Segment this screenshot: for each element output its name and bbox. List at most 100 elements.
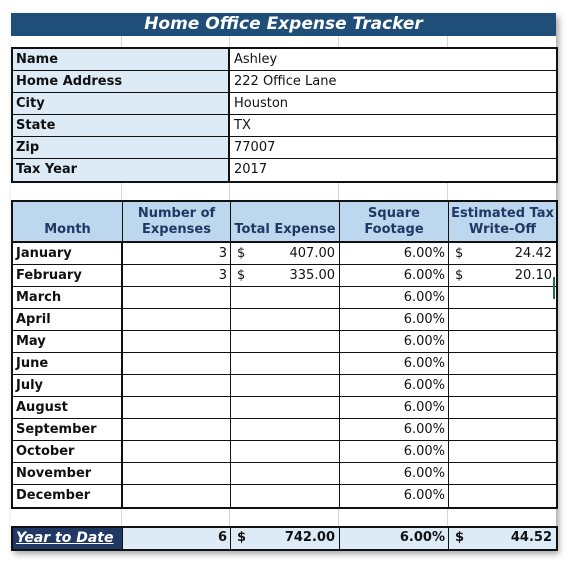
table-row: January 3 $407.00 6.00% $24.42 bbox=[13, 243, 556, 265]
total-expense-cell[interactable] bbox=[231, 397, 340, 418]
write-off-cell[interactable]: $20.10 bbox=[449, 265, 556, 286]
gridline bbox=[447, 36, 448, 47]
square-footage-cell[interactable]: 6.00% bbox=[340, 419, 449, 440]
total-expense-cell[interactable]: $407.00 bbox=[231, 243, 340, 264]
expense-count-cell[interactable] bbox=[123, 463, 231, 484]
info-value[interactable]: Houston bbox=[230, 93, 556, 114]
ytd-count-cell[interactable]: 6 bbox=[123, 528, 231, 549]
month-cell[interactable]: December bbox=[13, 485, 123, 507]
table-row: October 6.00% bbox=[13, 441, 556, 463]
write-off-cell[interactable] bbox=[449, 309, 556, 330]
square-footage-cell[interactable]: 6.00% bbox=[340, 353, 449, 374]
ytd-writeoff-value: 44.52 bbox=[510, 530, 552, 545]
month-cell[interactable]: October bbox=[13, 441, 123, 462]
month-cell[interactable]: November bbox=[13, 463, 123, 484]
header-square-footage[interactable]: Square Footage bbox=[340, 202, 449, 241]
month-cell[interactable]: July bbox=[13, 375, 123, 396]
info-row: State TX bbox=[13, 115, 556, 137]
square-footage-cell[interactable]: 6.00% bbox=[340, 375, 449, 396]
expense-count-cell[interactable] bbox=[123, 485, 231, 507]
header-number-of-expenses[interactable]: Number of Expenses bbox=[123, 202, 231, 241]
square-footage-cell[interactable]: 6.00% bbox=[340, 287, 449, 308]
month-cell[interactable]: May bbox=[13, 331, 123, 352]
write-off-cell[interactable] bbox=[449, 331, 556, 352]
write-off-cell[interactable] bbox=[449, 397, 556, 418]
header-total-expense[interactable]: Total Expense bbox=[231, 202, 340, 241]
header-estimated-tax-write-off[interactable]: Estimated Tax Write-Off bbox=[449, 202, 556, 241]
currency-symbol: $ bbox=[237, 246, 246, 261]
gridline bbox=[229, 183, 230, 200]
square-footage-cell[interactable]: 6.00% bbox=[340, 463, 449, 484]
month-cell[interactable]: August bbox=[13, 397, 123, 418]
ytd-sqft-cell[interactable]: 6.00% bbox=[340, 528, 449, 549]
square-footage-cell[interactable]: 6.00% bbox=[340, 309, 449, 330]
square-footage-cell[interactable]: 6.00% bbox=[340, 265, 449, 286]
ytd-total-value: 742.00 bbox=[284, 530, 335, 545]
write-off-cell[interactable] bbox=[449, 463, 556, 484]
total-expense-cell[interactable] bbox=[231, 309, 340, 330]
header-month[interactable]: Month bbox=[13, 202, 123, 241]
info-label: Home Address bbox=[13, 71, 230, 92]
write-off-cell[interactable]: $24.42 bbox=[449, 243, 556, 264]
gridline bbox=[338, 36, 339, 47]
ytd-total-cell[interactable]: $ 742.00 bbox=[231, 528, 340, 549]
month-cell[interactable]: March bbox=[13, 287, 123, 308]
total-expense-cell[interactable] bbox=[231, 331, 340, 352]
expense-count-cell[interactable] bbox=[123, 419, 231, 440]
info-value[interactable]: TX bbox=[230, 115, 556, 136]
expense-count-cell[interactable] bbox=[123, 375, 231, 396]
month-cell[interactable]: January bbox=[13, 243, 123, 264]
currency-symbol: $ bbox=[455, 530, 465, 545]
expense-count-cell[interactable] bbox=[123, 397, 231, 418]
table-row: March 6.00% bbox=[13, 287, 556, 309]
gridline bbox=[229, 36, 230, 47]
info-label: Zip bbox=[13, 137, 230, 158]
month-cell[interactable]: April bbox=[13, 309, 123, 330]
month-cell[interactable]: September bbox=[13, 419, 123, 440]
expense-count-cell[interactable] bbox=[123, 441, 231, 462]
square-footage-cell[interactable]: 6.00% bbox=[340, 397, 449, 418]
info-value[interactable]: 222 Office Lane bbox=[230, 71, 556, 92]
write-off-cell[interactable] bbox=[449, 353, 556, 374]
total-expense-cell[interactable] bbox=[231, 375, 340, 396]
ytd-label[interactable]: Year to Date bbox=[13, 528, 123, 549]
write-off-cell[interactable] bbox=[449, 485, 556, 507]
info-label: Name bbox=[13, 49, 230, 70]
write-off-value: 20.10 bbox=[514, 268, 552, 283]
expense-table: Month Number of Expenses Total Expense S… bbox=[11, 200, 558, 509]
table-row: November 6.00% bbox=[13, 463, 556, 485]
expense-count-cell[interactable] bbox=[123, 287, 231, 308]
ytd-writeoff-cell[interactable]: $ 44.52 bbox=[449, 528, 556, 549]
expense-count-cell[interactable] bbox=[123, 309, 231, 330]
expense-count-cell[interactable]: 3 bbox=[123, 265, 231, 286]
total-expense-cell[interactable] bbox=[231, 485, 340, 507]
spreadsheet: Home Office Expense Tracker Name Ashley Ho… bbox=[11, 13, 558, 551]
gridline bbox=[121, 183, 122, 200]
total-expense-cell[interactable] bbox=[231, 441, 340, 462]
selection-indicator bbox=[553, 277, 555, 299]
info-value[interactable]: 2017 bbox=[230, 159, 556, 181]
write-off-cell[interactable] bbox=[449, 375, 556, 396]
total-expense-cell[interactable] bbox=[231, 419, 340, 440]
table-header: Month Number of Expenses Total Expense S… bbox=[13, 202, 556, 243]
square-footage-cell[interactable]: 6.00% bbox=[340, 441, 449, 462]
currency-symbol: $ bbox=[455, 268, 464, 283]
month-cell[interactable]: June bbox=[13, 353, 123, 374]
write-off-cell[interactable] bbox=[449, 419, 556, 440]
square-footage-cell[interactable]: 6.00% bbox=[340, 331, 449, 352]
total-expense-cell[interactable] bbox=[231, 353, 340, 374]
total-expense-cell[interactable]: $335.00 bbox=[231, 265, 340, 286]
expense-count-cell[interactable] bbox=[123, 331, 231, 352]
total-expense-cell[interactable] bbox=[231, 287, 340, 308]
square-footage-cell[interactable]: 6.00% bbox=[340, 485, 449, 507]
square-footage-cell[interactable]: 6.00% bbox=[340, 243, 449, 264]
info-value[interactable]: 77007 bbox=[230, 137, 556, 158]
expense-count-cell[interactable]: 3 bbox=[123, 243, 231, 264]
month-cell[interactable]: February bbox=[13, 265, 123, 286]
info-value[interactable]: Ashley bbox=[230, 49, 556, 70]
info-label: City bbox=[13, 93, 230, 114]
write-off-cell[interactable] bbox=[449, 441, 556, 462]
expense-count-cell[interactable] bbox=[123, 353, 231, 374]
write-off-cell[interactable] bbox=[449, 287, 556, 308]
total-expense-cell[interactable] bbox=[231, 463, 340, 484]
